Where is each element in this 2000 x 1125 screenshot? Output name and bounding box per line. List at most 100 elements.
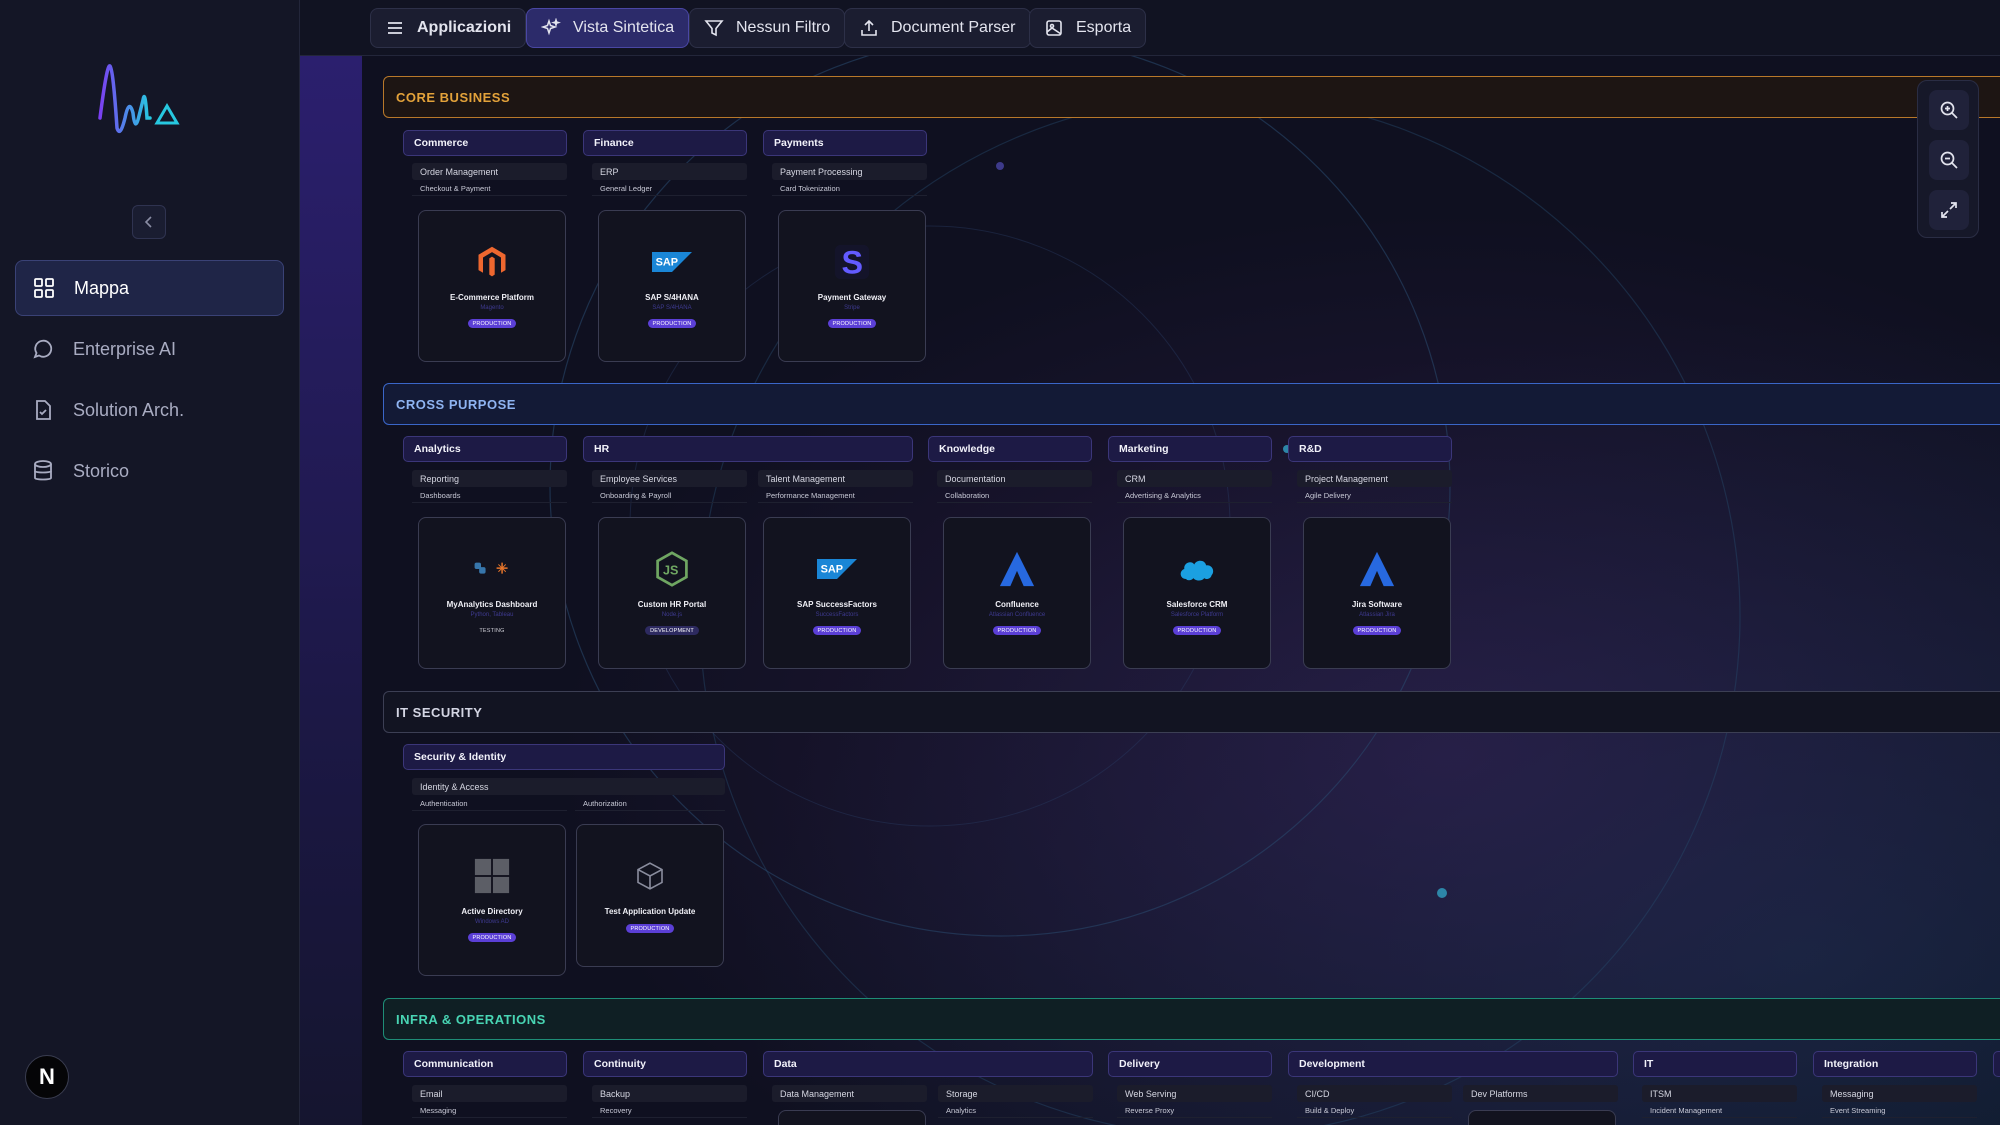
section-it-security[interactable]: IT SECURITY bbox=[383, 691, 2000, 733]
sub-capability-label: Advertising & Analytics bbox=[1125, 491, 1201, 500]
app-card-partial[interactable] bbox=[778, 1110, 926, 1125]
app-technology: Atlassian Confluence bbox=[988, 612, 1046, 618]
sub-capability: Onboarding & Payroll bbox=[592, 489, 747, 503]
group-integration[interactable]: Integration bbox=[1813, 1051, 1977, 1077]
group-partial[interactable] bbox=[1993, 1051, 2000, 1077]
collapse-sidebar-button[interactable] bbox=[132, 205, 166, 239]
group-title: R&D bbox=[1299, 443, 1322, 455]
vista-sintetica-button[interactable]: Vista Sintetica bbox=[526, 8, 690, 48]
svg-text:SAP: SAP bbox=[821, 564, 843, 576]
applications-label: Applicazioni bbox=[417, 19, 512, 36]
group-commerce[interactable]: Commerce bbox=[403, 130, 567, 156]
section-title: IT SECURITY bbox=[396, 704, 483, 720]
app-card-myanalytics-dashboard[interactable]: MyAnalytics Dashboard Python, Tableau TE… bbox=[418, 517, 566, 669]
python-tableau-icon bbox=[474, 562, 508, 574]
group-hr[interactable]: HR bbox=[583, 436, 913, 462]
group-title: IT bbox=[1644, 1058, 1654, 1070]
zoom-in-button[interactable] bbox=[1929, 90, 1969, 130]
section-core-business[interactable]: CORE BUSINESS bbox=[383, 76, 2000, 118]
group-knowledge[interactable]: Knowledge bbox=[928, 436, 1092, 462]
atlassian-logo-icon bbox=[999, 551, 1035, 587]
status-badge: PRODUCTION bbox=[625, 924, 675, 933]
group-analytics[interactable]: Analytics bbox=[403, 436, 567, 462]
group-data[interactable]: Data bbox=[763, 1051, 1093, 1077]
sub-capability-label: Authentication bbox=[420, 799, 468, 808]
group-title: Continuity bbox=[594, 1058, 646, 1070]
app-technology: Node.js bbox=[661, 612, 683, 618]
app-card-payment-gateway[interactable]: S Payment Gateway Stripe PRODUCTION bbox=[778, 210, 926, 362]
sub-capability-label: Collaboration bbox=[945, 491, 990, 500]
status-badge: PRODUCTION bbox=[1352, 626, 1402, 635]
group-title: Data bbox=[774, 1058, 797, 1070]
menu-icon bbox=[388, 22, 402, 34]
capability: Email bbox=[412, 1085, 567, 1102]
filter-button[interactable]: Nessun Filtro bbox=[689, 8, 846, 48]
zoom-out-button[interactable] bbox=[1929, 140, 1969, 180]
section-title: CORE BUSINESS bbox=[396, 89, 511, 105]
app-card-test-application-update[interactable]: Test Application Update PRODUCTION bbox=[576, 824, 724, 967]
sub-capability: Reverse Proxy bbox=[1117, 1104, 1272, 1118]
app-card-confluence[interactable]: Confluence Atlassian Confluence PRODUCTI… bbox=[943, 517, 1091, 669]
sub-capability: Authentication bbox=[412, 797, 567, 811]
sub-capability: Analytics bbox=[938, 1104, 1093, 1118]
nav-item-storico[interactable]: Storico bbox=[15, 443, 284, 499]
group-security-identity[interactable]: Security & Identity bbox=[403, 744, 725, 770]
group-marketing[interactable]: Marketing bbox=[1108, 436, 1272, 462]
group-delivery[interactable]: Delivery bbox=[1108, 1051, 1272, 1077]
capability: Dev Platforms bbox=[1463, 1085, 1618, 1102]
applications-menu-button[interactable]: Applicazioni bbox=[370, 8, 527, 48]
capability-label: Dev Platforms bbox=[1471, 1088, 1528, 1099]
capability-label: Storage bbox=[946, 1088, 978, 1099]
sub-capability: Performance Management bbox=[758, 489, 913, 503]
nav-item-solution-arch[interactable]: Solution Arch. bbox=[15, 382, 284, 438]
group-continuity[interactable]: Continuity bbox=[583, 1051, 747, 1077]
group-finance[interactable]: Finance bbox=[583, 130, 747, 156]
sub-capability-label: Agile Delivery bbox=[1305, 491, 1351, 500]
app-name: SAP S/4HANA bbox=[645, 293, 699, 302]
app-card-salesforce-crm[interactable]: Salesforce CRM Salesforce Platform PRODU… bbox=[1123, 517, 1271, 669]
atlassian-logo-icon bbox=[1359, 551, 1395, 587]
app-card-sap-s4hana[interactable]: SAP SAP S/4HANA SAP S/4HANA PRODUCTION bbox=[598, 210, 746, 362]
app-card-jira-software[interactable]: Jira Software Atlassian Jira PRODUCTION bbox=[1303, 517, 1451, 669]
group-development[interactable]: Development bbox=[1288, 1051, 1618, 1077]
sub-capability: Messaging bbox=[412, 1104, 567, 1118]
app-technology: Salesforce Platform bbox=[1170, 612, 1224, 618]
capability: Web Serving bbox=[1117, 1085, 1272, 1102]
app-card-active-directory[interactable]: Active Directory Windows AD PRODUCTION bbox=[418, 824, 566, 976]
capability-label: ITSM bbox=[1650, 1088, 1672, 1099]
capability-label: Reporting bbox=[420, 473, 460, 484]
export-button[interactable]: Esporta bbox=[1029, 8, 1147, 48]
capability-label: Email bbox=[420, 1088, 443, 1099]
sub-capability-label: Incident Management bbox=[1650, 1106, 1723, 1115]
status-badge: PRODUCTION bbox=[1172, 626, 1222, 635]
status-badge: PRODUCTION bbox=[992, 626, 1042, 635]
status-badge: TESTING bbox=[479, 627, 505, 634]
app-technology: Atlassian Jira bbox=[1359, 612, 1395, 618]
fit-view-button[interactable] bbox=[1929, 190, 1969, 230]
group-title: Payments bbox=[774, 137, 824, 149]
group-it[interactable]: IT bbox=[1633, 1051, 1797, 1077]
app-card-custom-hr-portal[interactable]: JS Custom HR Portal Node.js DEVELOPMENT bbox=[598, 517, 746, 669]
app-card-ecommerce-platform[interactable]: E-Commerce Platform Magento PRODUCTION bbox=[418, 210, 566, 362]
nodejs-logo-icon: JS bbox=[656, 551, 688, 587]
app-card-partial[interactable] bbox=[1468, 1110, 1616, 1125]
architecture-map-canvas[interactable]: CORE BUSINESS Commerce Order Management … bbox=[300, 56, 2000, 1125]
group-rnd[interactable]: R&D bbox=[1288, 436, 1452, 462]
section-cross-purpose[interactable]: CROSS PURPOSE bbox=[383, 383, 2000, 425]
group-communication[interactable]: Communication bbox=[403, 1051, 567, 1077]
capability-label: Project Management bbox=[1305, 473, 1389, 484]
chat-icon bbox=[33, 339, 53, 359]
app-card-sap-successfactors[interactable]: SAP SAP SuccessFactors SuccessFactors PR… bbox=[763, 517, 911, 669]
sub-capability-label: Authorization bbox=[583, 799, 627, 808]
document-parser-button[interactable]: Document Parser bbox=[844, 8, 1031, 48]
sub-capability: Dashboards bbox=[412, 489, 567, 503]
sub-capability-label: Performance Management bbox=[766, 491, 855, 500]
section-infra-operations[interactable]: INFRA & OPERATIONS bbox=[383, 998, 2000, 1040]
group-payments[interactable]: Payments bbox=[763, 130, 927, 156]
export-label: Esporta bbox=[1076, 19, 1132, 36]
top-toolbar: Applicazioni Vista Sintetica Nessun Filt… bbox=[300, 0, 2000, 56]
nav-item-enterprise-ai[interactable]: Enterprise AI bbox=[15, 321, 284, 377]
nav-item-mappa[interactable]: Mappa bbox=[15, 260, 284, 316]
app-name: MyAnalytics Dashboard bbox=[446, 600, 538, 609]
user-avatar[interactable]: N bbox=[25, 1055, 69, 1099]
